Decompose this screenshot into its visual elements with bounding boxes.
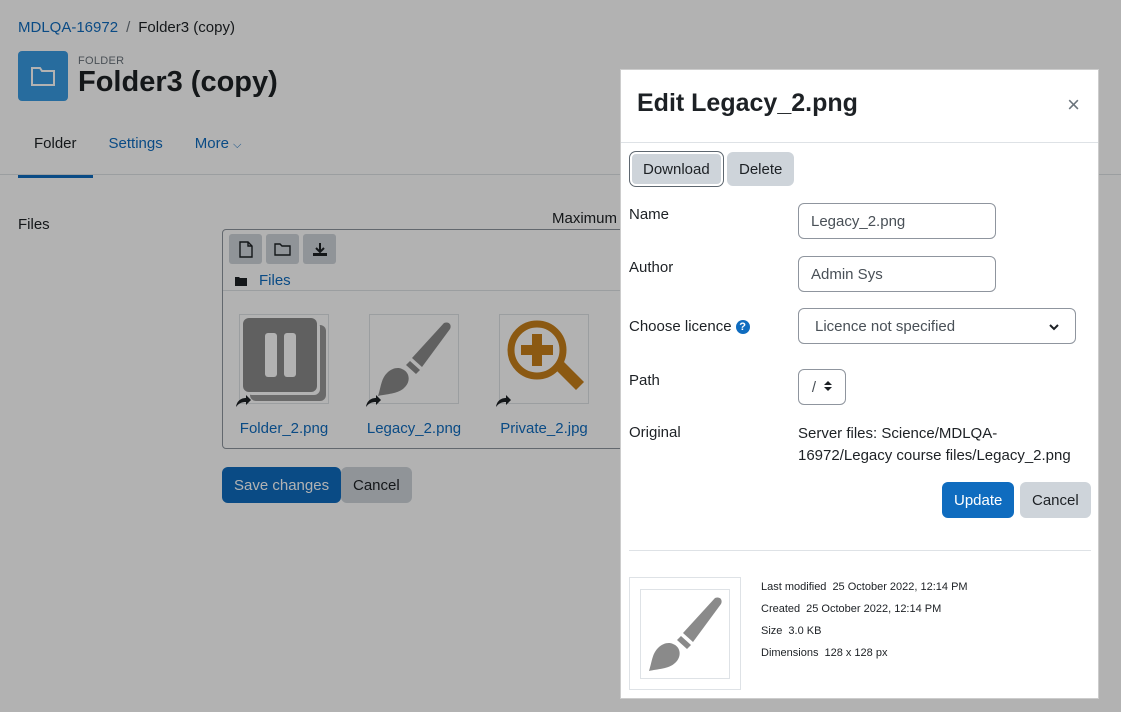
meta-key: Dimensions xyxy=(761,647,819,659)
download-button[interactable]: Download xyxy=(630,152,723,186)
dialog-header: Edit Legacy_2.png × xyxy=(621,70,1098,143)
meta-value: 25 October 2022, 12:14 PM xyxy=(806,603,942,615)
file-preview xyxy=(629,577,741,690)
dialog-cancel-button[interactable]: Cancel xyxy=(1020,482,1091,518)
path-select-value: / xyxy=(811,378,817,396)
paintbrush-icon xyxy=(649,596,722,671)
path-label: Path xyxy=(629,372,660,389)
edit-file-dialog: Edit Legacy_2.png × Download Delete Name… xyxy=(620,69,1099,699)
meta-key: Created xyxy=(761,603,801,615)
meta-last-modified: Last modified 25 October 2022, 12:14 PM xyxy=(761,576,968,598)
meta-created: Created 25 October 2022, 12:14 PM xyxy=(761,598,968,620)
name-label: Name xyxy=(629,206,670,223)
path-select[interactable]: / xyxy=(798,369,846,405)
meta-key: Last modified xyxy=(761,581,827,593)
meta-dimensions: Dimensions 128 x 128 px xyxy=(761,642,968,664)
licence-label-text: Choose licence xyxy=(629,318,732,335)
meta-value: 128 x 128 px xyxy=(824,647,888,659)
close-icon[interactable]: × xyxy=(1067,94,1080,116)
preview-thumbnail xyxy=(640,588,730,679)
meta-key: Size xyxy=(761,625,783,637)
updown-icon xyxy=(824,379,833,396)
chevron-down-icon xyxy=(1049,318,1059,335)
meta-size: Size 3.0 KB xyxy=(761,620,968,642)
update-button[interactable]: Update xyxy=(942,482,1015,518)
original-value: Server files: Science/MDLQA-16972/Legacy… xyxy=(798,425,1071,464)
licence-select[interactable]: Licence not specified xyxy=(798,308,1076,344)
licence-select-value: Licence not specified xyxy=(815,317,956,335)
help-icon[interactable]: ? xyxy=(735,320,750,335)
meta-value: 3.0 KB xyxy=(788,625,822,637)
dialog-title: Edit Legacy_2.png xyxy=(637,89,858,117)
meta-value: 25 October 2022, 12:14 PM xyxy=(832,581,968,593)
dialog-divider xyxy=(629,550,1091,551)
delete-button[interactable]: Delete xyxy=(727,152,795,186)
licence-label: Choose licence? xyxy=(629,318,750,335)
author-field[interactable]: Admin Sys xyxy=(798,256,996,292)
author-label: Author xyxy=(629,259,674,276)
name-field[interactable]: Legacy_2.png xyxy=(798,203,996,239)
original-label: Original xyxy=(629,424,681,441)
file-metadata: Last modified 25 October 2022, 12:14 PM C… xyxy=(761,576,968,664)
